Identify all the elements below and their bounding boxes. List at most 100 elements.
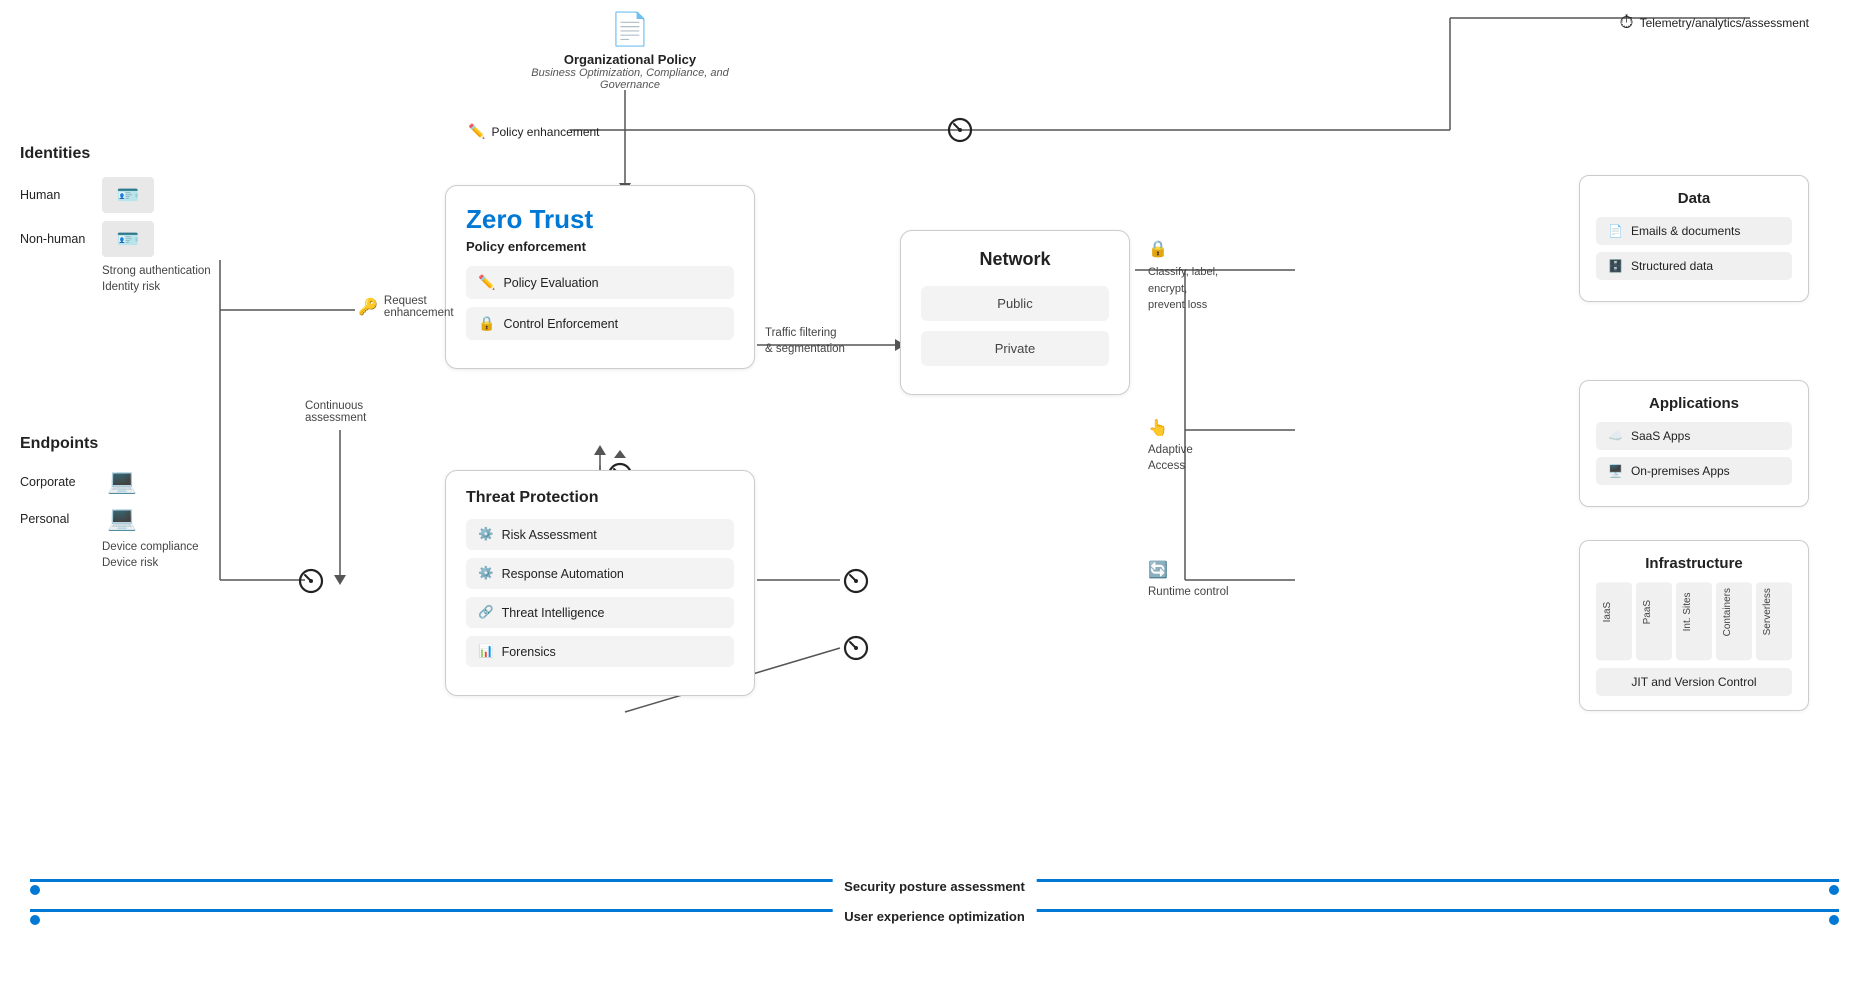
- identity-nonhuman-label: Non-human: [20, 232, 92, 246]
- security-bar-dot-left: [30, 885, 40, 895]
- telemetry-icon: ⏱: [1620, 12, 1634, 33]
- emails-label: Emails & documents: [1631, 224, 1740, 238]
- org-policy-icon: 📄: [530, 10, 730, 48]
- bottom-bars: Security posture assessment User experie…: [0, 879, 1869, 939]
- telemetry-label: ⏱ Telemetry/analytics/assessment: [1620, 12, 1809, 33]
- data-box: Data 📄 Emails & documents 🗄️ Structured …: [1579, 175, 1809, 302]
- threat-title: Threat Protection: [466, 489, 734, 507]
- user-exp-bar: User experience optimization: [0, 909, 1869, 931]
- classify-label: 🔒 Classify, label,encrypt,prevent loss: [1148, 238, 1218, 314]
- response-automation-item: ⚙️ Response Automation: [466, 558, 734, 589]
- identity-nonhuman-icon: 🪪: [102, 221, 154, 257]
- traffic-filtering-label: Traffic filtering & segmentation: [765, 325, 845, 357]
- zero-trust-box: Zero Trust Policy enforcement ✏️ Policy …: [445, 185, 755, 369]
- telemetry-text: Telemetry/analytics/assessment: [1640, 16, 1809, 30]
- forensics-icon: 📊: [478, 644, 494, 659]
- policy-enhancement-icon: ✏️: [468, 123, 485, 140]
- identities-section: Identities Human 🪪 Non-human 🪪 Strong au…: [20, 145, 211, 293]
- infra-serverless: Serverless: [1756, 582, 1792, 660]
- runtime-icon: 🔄: [1148, 560, 1229, 582]
- apps-title: Applications: [1596, 395, 1792, 412]
- adaptive-access-label: 👆 Adaptive Access: [1148, 418, 1193, 475]
- structured-icon: 🗄️: [1608, 259, 1623, 273]
- saas-apps-item: ☁️ SaaS Apps: [1596, 422, 1792, 450]
- runtime-control-label: 🔄 Runtime control: [1148, 560, 1229, 600]
- policy-enhancement-text: Policy enhancement: [491, 125, 599, 139]
- data-title: Data: [1596, 190, 1792, 207]
- infra-paas: PaaS: [1636, 582, 1672, 660]
- endpoint-corporate-label: Corporate: [20, 475, 92, 489]
- key-icon: 🔑: [358, 297, 378, 317]
- identity-human-icon: 🪪: [102, 177, 154, 213]
- on-prem-icon: 🖥️: [1608, 464, 1623, 478]
- endpoint-personal-row: Personal 💻: [20, 504, 199, 533]
- saas-label: SaaS Apps: [1631, 429, 1690, 443]
- strong-auth-label: Strong authentication: [102, 265, 211, 277]
- response-icon: ⚙️: [478, 566, 494, 581]
- infra-title: Infrastructure: [1596, 555, 1792, 572]
- arrow-up-zt: [614, 450, 626, 458]
- network-title: Network: [921, 249, 1109, 270]
- gauge-bottom: [843, 635, 869, 664]
- identity-nonhuman-row: Non-human 🪪: [20, 221, 211, 257]
- adaptive-icon: 👆: [1148, 418, 1193, 440]
- endpoint-personal-icon: 💻: [102, 504, 142, 533]
- infra-iaas: IaaS: [1596, 582, 1632, 660]
- org-policy-subtitle: Business Optimization, Compliance, and G…: [530, 67, 730, 91]
- threat-intel-label: Threat Intelligence: [502, 606, 605, 620]
- policy-eval-label: Policy Evaluation: [503, 276, 598, 290]
- gauge-bottom-left: [298, 568, 324, 597]
- continuous-assessment-label: Continuousassessment: [305, 400, 366, 424]
- security-bar-label: Security posture assessment: [832, 879, 1037, 894]
- device-risk-label: Device risk: [102, 557, 199, 569]
- endpoint-corporate-row: Corporate 💻: [20, 467, 199, 496]
- structured-data-item: 🗄️ Structured data: [1596, 252, 1792, 280]
- on-prem-apps-item: 🖥️ On-premises Apps: [1596, 457, 1792, 485]
- on-prem-label: On-premises Apps: [1631, 464, 1730, 478]
- request-enhancement-label: 🔑 Requestenhancement: [358, 295, 454, 319]
- infra-containers: Containers: [1716, 582, 1752, 660]
- policy-eval-icon: ✏️: [478, 274, 495, 291]
- control-enf-label: Control Enforcement: [503, 317, 618, 331]
- emails-docs-item: 📄 Emails & documents: [1596, 217, 1792, 245]
- org-policy-title: Organizational Policy: [530, 52, 730, 67]
- risk-assessment-item: ⚙️ Risk Assessment: [466, 519, 734, 550]
- emails-icon: 📄: [1608, 224, 1623, 238]
- security-bar-dot-right: [1829, 885, 1839, 895]
- identity-risk-label: Identity risk: [102, 281, 211, 293]
- jit-item: JIT and Version Control: [1596, 668, 1792, 696]
- response-label: Response Automation: [502, 567, 624, 581]
- applications-box: Applications ☁️ SaaS Apps 🖥️ On-premises…: [1579, 380, 1809, 507]
- identities-title: Identities: [20, 145, 211, 163]
- zero-trust-subtitle: Policy enforcement: [466, 239, 734, 254]
- control-enforcement-item: 🔒 Control Enforcement: [466, 307, 734, 340]
- threat-intelligence-item: 🔗 Threat Intelligence: [466, 597, 734, 628]
- forensics-label: Forensics: [502, 645, 556, 659]
- infrastructure-box: Infrastructure IaaS PaaS Int. Sites Cont…: [1579, 540, 1809, 711]
- policy-evaluation-item: ✏️ Policy Evaluation: [466, 266, 734, 299]
- policy-enhancement: ✏️ Policy enhancement: [468, 123, 600, 140]
- diagram-container: 📄 Organizational Policy Business Optimiz…: [0, 0, 1869, 994]
- infra-int-sites: Int. Sites: [1676, 582, 1712, 660]
- org-policy: 📄 Organizational Policy Business Optimiz…: [530, 10, 730, 91]
- risk-icon: ⚙️: [478, 527, 494, 542]
- identity-human-label: Human: [20, 188, 92, 202]
- gauge-threat-right: [843, 568, 869, 597]
- device-compliance-label: Device compliance: [102, 541, 199, 553]
- user-exp-dot-right: [1829, 915, 1839, 925]
- classify-icon: 🔒: [1148, 238, 1218, 262]
- network-box: Network Public Private: [900, 230, 1130, 395]
- endpoint-personal-label: Personal: [20, 512, 92, 526]
- control-enf-icon: 🔒: [478, 315, 495, 332]
- structured-label: Structured data: [1631, 259, 1713, 273]
- saas-icon: ☁️: [1608, 429, 1623, 443]
- threat-intel-icon: 🔗: [478, 605, 494, 620]
- zero-trust-title: Zero Trust: [466, 204, 734, 235]
- network-public: Public: [921, 286, 1109, 321]
- identity-human-row: Human 🪪: [20, 177, 211, 213]
- threat-protection-box: Threat Protection ⚙️ Risk Assessment ⚙️ …: [445, 470, 755, 696]
- user-exp-bar-label: User experience optimization: [832, 909, 1037, 924]
- endpoints-title: Endpoints: [20, 435, 199, 453]
- infra-columns: IaaS PaaS Int. Sites Containers Serverle…: [1596, 582, 1792, 660]
- network-private: Private: [921, 331, 1109, 366]
